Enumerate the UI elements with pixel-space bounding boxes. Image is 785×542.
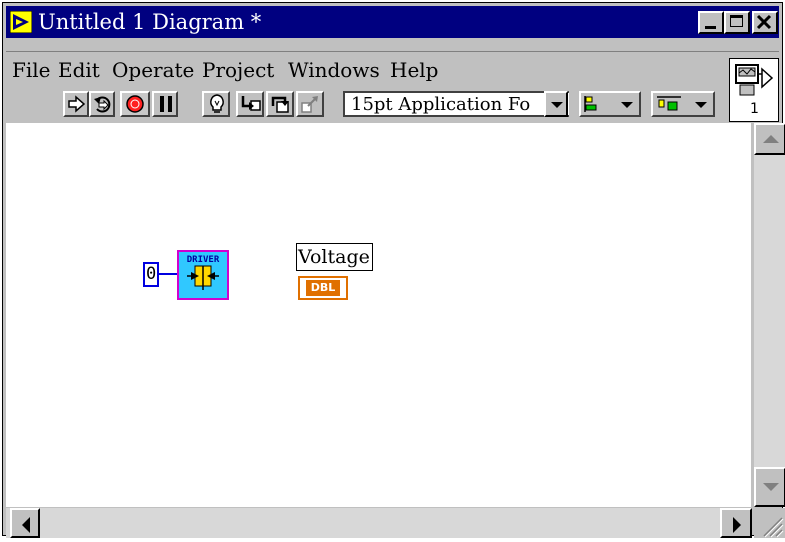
chevron-down-icon [551,102,563,108]
voltage-terminal-label[interactable]: Voltage [296,243,373,271]
chevron-down-icon [621,102,633,108]
step-into-button[interactable] [236,91,264,117]
scroll-down-icon [763,483,779,491]
scroll-down-button[interactable] [754,467,785,507]
run-icon [68,95,86,113]
scroll-up-button[interactable] [754,123,785,155]
title-bar[interactable]: Untitled 1 Diagram * [6,6,779,38]
labview-diagram-window: Untitled 1 Diagram * File Edit Operate P… [2,2,785,538]
driver-label: DRIVER [187,255,220,265]
scroll-right-button[interactable] [720,508,752,538]
scroll-left-button[interactable] [10,508,40,538]
menu-windows[interactable]: Windows [288,57,380,83]
wire[interactable] [159,273,177,275]
labview-app-icon[interactable] [10,11,32,33]
menu-edit[interactable]: Edit [58,57,100,83]
vi-icon [735,64,774,96]
numeric-constant-value: 0 [146,264,157,284]
numeric-constant[interactable]: 0 [143,262,159,287]
menu-help[interactable]: Help [390,57,438,83]
close-icon [756,14,772,30]
highlight-execution-button[interactable] [202,91,230,117]
menu-bar: File Edit Operate Project Windows Help [6,57,706,85]
abort-button[interactable] [120,91,150,117]
run-continuously-button[interactable] [89,91,115,117]
title-divider [6,51,779,52]
connector-pane[interactable]: 1 [729,58,779,122]
minimize-icon [705,26,716,29]
step-out-button[interactable] [296,91,324,117]
dbl-type-label: DBL [306,280,340,296]
run-continuously-icon [94,96,111,113]
maximize-button[interactable] [724,11,750,34]
scroll-left-icon [22,517,30,533]
driver-icon: DRIVER [187,255,220,290]
step-over-icon [271,96,289,113]
step-into-icon [241,96,261,111]
voltage-label-text: Voltage [298,246,370,268]
distribute-objects-ring[interactable] [651,91,715,117]
close-button[interactable] [752,11,778,34]
menu-project[interactable]: Project [202,57,274,83]
font-select-dropdown[interactable] [544,91,568,117]
chevron-down-icon [695,102,707,108]
block-diagram-canvas[interactable] [6,123,751,507]
scroll-right-icon [733,517,741,533]
vertical-scrollbar[interactable] [754,123,785,507]
resize-grip[interactable] [754,508,785,538]
menu-operate[interactable]: Operate [112,57,194,83]
highlight-execution-icon [210,94,224,113]
distribute-objects-icon [657,96,681,111]
step-out-icon [301,96,318,113]
pause-button[interactable] [152,91,178,117]
pause-icon [160,96,172,112]
run-button[interactable] [63,91,89,117]
voltage-terminal[interactable]: DBL [298,276,348,300]
menu-file[interactable]: File [12,57,51,83]
connector-pane-label: 1 [750,101,759,117]
scroll-up-icon [763,135,779,143]
font-select-value: 15pt Application Fo [351,94,531,115]
maximize-icon [730,15,743,27]
abort-icon [126,95,144,113]
align-objects-ring[interactable] [579,91,641,117]
align-objects-icon [584,96,597,112]
horizontal-scrollbar[interactable] [6,508,752,538]
minimize-button[interactable] [698,11,724,34]
font-select[interactable]: 15pt Application Fo [343,91,569,117]
resize-grip-icon [763,517,784,538]
step-over-button[interactable] [266,91,294,117]
window-title: Untitled 1 Diagram * [38,10,262,34]
driver-subvi-node[interactable]: DRIVER [177,250,229,300]
